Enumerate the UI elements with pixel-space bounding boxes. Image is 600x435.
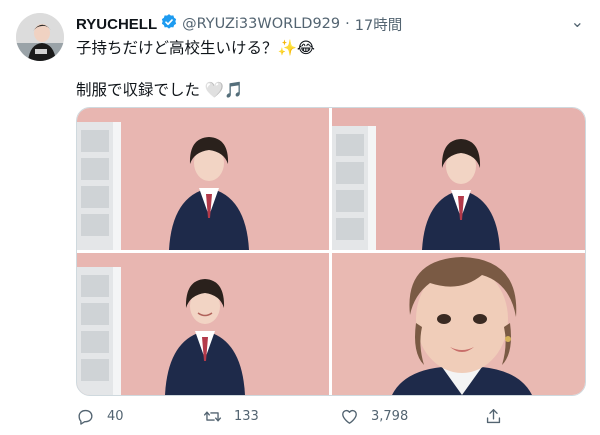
photo-3[interactable] xyxy=(77,253,329,395)
timestamp[interactable]: 17時間 xyxy=(355,14,402,35)
avatar[interactable] xyxy=(16,13,64,61)
reply-button[interactable]: 40 xyxy=(76,404,124,428)
retweet-button[interactable]: 133 xyxy=(203,404,259,428)
display-name[interactable]: RYUCHELL xyxy=(76,16,157,33)
share-button[interactable] xyxy=(484,404,515,428)
retweet-count: 133 xyxy=(234,408,259,424)
chevron-down-icon[interactable]: ⌄ xyxy=(571,12,584,31)
photo-2[interactable] xyxy=(332,108,585,250)
photo-1[interactable] xyxy=(77,108,329,250)
tweet-text-line-1: 子持ちだけど高校生いける？✨😂 xyxy=(76,39,315,57)
verified-badge-icon xyxy=(157,13,182,35)
share-icon xyxy=(486,408,501,423)
like-count: 3,798 xyxy=(371,408,409,424)
tweet-header: RYUCHELL @RYUZi33WORLD929 · 17時間 xyxy=(76,14,402,34)
retweet-icon xyxy=(203,410,222,422)
header-separator: · xyxy=(345,16,350,32)
handle[interactable]: @RYUZi33WORLD929 xyxy=(182,16,340,32)
tweet-actions: 40 133 3,798 xyxy=(76,404,584,428)
tweet-text-line-2: 制服で収録でした 🤍🎵 xyxy=(76,81,244,99)
reply-icon xyxy=(78,409,93,425)
like-button[interactable]: 3,798 xyxy=(340,404,408,428)
heart-icon xyxy=(342,409,357,424)
media-grid xyxy=(76,107,586,396)
photo-4[interactable] xyxy=(332,253,585,395)
reply-count: 40 xyxy=(107,408,124,424)
